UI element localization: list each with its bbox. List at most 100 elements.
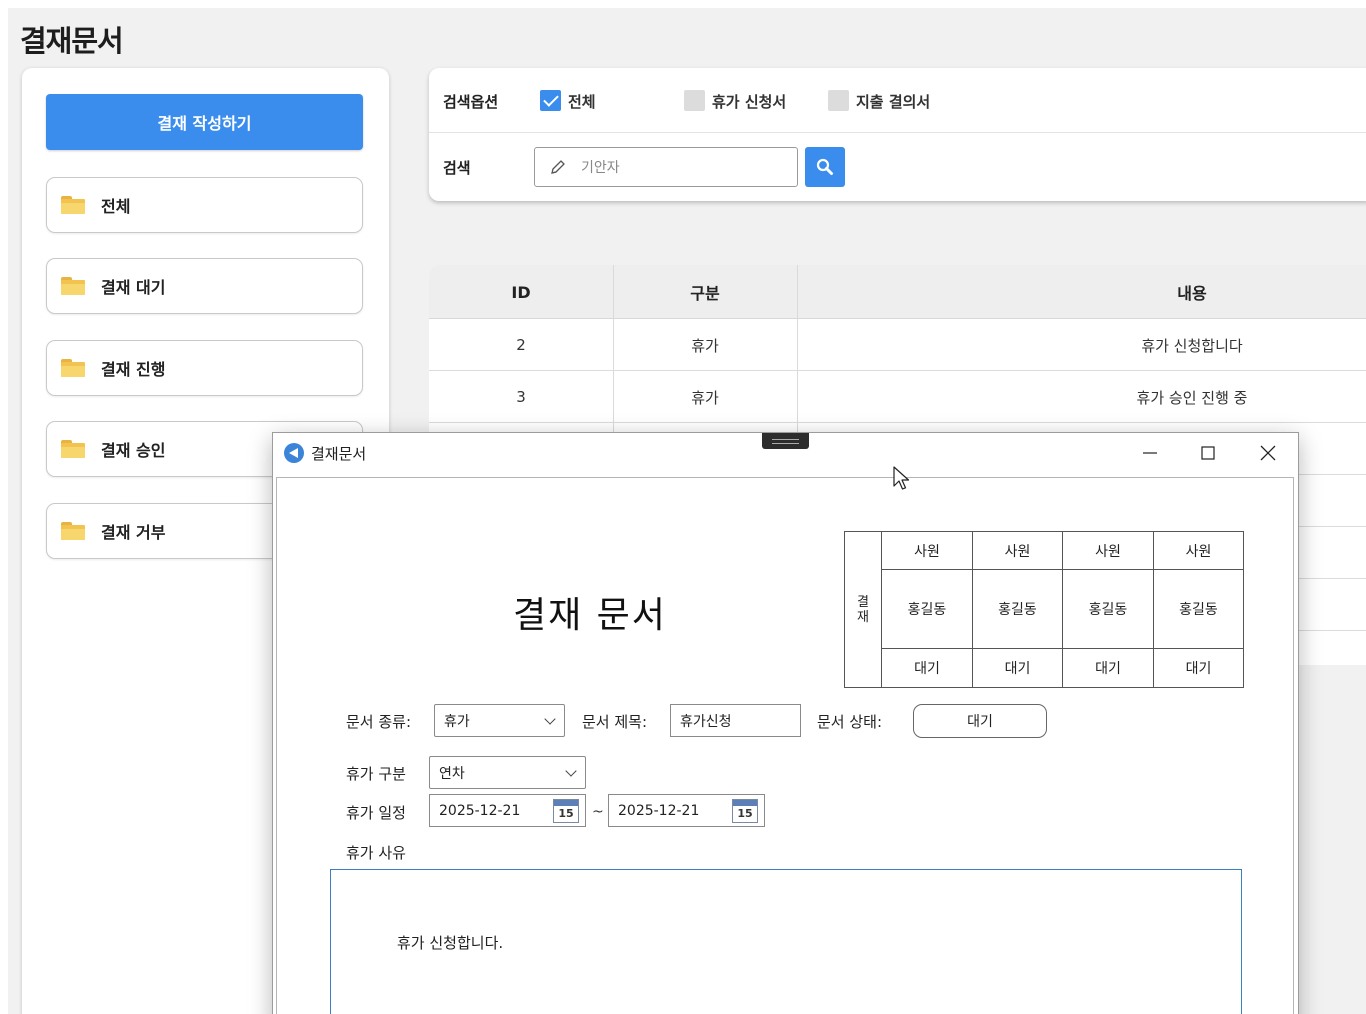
chevron-down-icon: [565, 765, 577, 777]
checkbox-all-label: 전체: [568, 93, 596, 111]
minimize-icon: [1143, 452, 1157, 454]
maximize-icon: [1201, 446, 1215, 460]
cell-type: 휴가: [691, 388, 719, 407]
drafter-search-input[interactable]: 기안자: [534, 147, 798, 187]
dialog-body: 결재 문서 결재 사원 홍길동 대기 사원 홍길동 대기 사원 홍길동 대기 사…: [276, 477, 1294, 1014]
approver-role: 사원: [973, 532, 1062, 570]
table-row[interactable]: 3 휴가 휴가 승인 진행 중: [429, 371, 1366, 423]
cell-content: 휴가 신청합니다: [1141, 336, 1243, 355]
mouse-cursor-icon: [893, 466, 910, 490]
leave-reason-text: 휴가 신청합니다.: [397, 934, 504, 952]
approver-name: 홍길동: [1063, 570, 1153, 649]
calendar-icon[interactable]: 15: [732, 799, 758, 823]
sidebar-item-label: 결재 대기: [101, 278, 166, 297]
close-button[interactable]: [1253, 439, 1283, 467]
leave-reason-textarea[interactable]: 휴가 신청합니다.: [330, 869, 1242, 1014]
doc-type-select[interactable]: 휴가: [434, 704, 565, 737]
approval-side-label: 결재: [845, 532, 882, 687]
doc-type-label: 문서 종류:: [346, 713, 412, 731]
checkbox-leave-request-label: 휴가 신청서: [712, 93, 787, 111]
date-range-separator: ~: [592, 804, 604, 820]
minimize-button[interactable]: [1135, 439, 1165, 467]
approver-column: 사원 홍길동 대기: [1063, 532, 1154, 687]
doc-title-label: 문서 제목:: [582, 713, 648, 731]
checkbox-all[interactable]: [540, 90, 561, 111]
column-header-content[interactable]: 내용: [797, 265, 1366, 319]
column-header-id[interactable]: ID: [429, 265, 613, 319]
maximize-button[interactable]: [1193, 439, 1223, 467]
folder-icon: [61, 440, 85, 458]
document-dialog-window: 결재문서 결재 문서 결재 사원 홍길동 대기 사원 홍길동 대기 사원 홍길동…: [272, 432, 1299, 1014]
approver-status: 대기: [1095, 661, 1121, 677]
approval-table: 결재 사원 홍길동 대기 사원 홍길동 대기 사원 홍길동 대기 사원 홍길동 …: [844, 531, 1244, 688]
approver-name: 홍길동: [882, 570, 972, 649]
cell-id: 2: [516, 336, 526, 354]
approver-status: 대기: [1185, 661, 1212, 677]
table-header: ID 구분 내용: [429, 265, 1366, 319]
cell-content: 휴가 승인 진행 중: [1136, 388, 1248, 407]
calendar-icon[interactable]: 15: [553, 799, 579, 823]
checkbox-expense-report[interactable]: [828, 90, 849, 111]
table-row[interactable]: 2 휴가 휴가 신청합니다: [429, 319, 1366, 371]
cell-type: 휴가: [691, 336, 719, 355]
pencil-icon: [551, 160, 565, 174]
search-label: 검색: [443, 159, 471, 177]
end-date-value: 2025-12-21: [618, 802, 700, 819]
approval-side-char: 재: [857, 609, 869, 625]
leave-type-label: 휴가 구분: [346, 765, 406, 783]
leave-reason-label: 휴가 사유: [346, 844, 406, 862]
chevron-down-icon: [544, 713, 556, 725]
doc-title-input[interactable]: 휴가신청: [670, 704, 801, 737]
doc-status-label: 문서 상태:: [817, 713, 883, 731]
folder-icon: [61, 359, 85, 377]
approver-name: 홍길동: [973, 570, 1062, 649]
sidebar-item-pending[interactable]: 결재 대기: [46, 258, 363, 314]
doc-status-field[interactable]: 대기: [913, 704, 1047, 738]
close-icon: [1260, 445, 1276, 461]
checkbox-leave-request[interactable]: [684, 90, 705, 111]
search-placeholder: 기안자: [581, 160, 620, 176]
leave-type-select[interactable]: 연차: [429, 756, 586, 789]
calendar-day: 15: [558, 807, 574, 820]
approver-status: 대기: [1004, 661, 1031, 677]
document-heading: 결재 문서: [513, 595, 667, 636]
approver-status: 대기: [914, 661, 940, 677]
sidebar-item-label: 전체: [101, 197, 131, 216]
start-date-value: 2025-12-21: [439, 802, 521, 819]
calendar-day: 15: [737, 807, 753, 820]
dialog-title: 결재문서: [311, 445, 367, 463]
end-date-picker[interactable]: 2025-12-21 15: [608, 794, 765, 827]
approver-role: 사원: [882, 532, 972, 570]
sidebar-item-label: 결재 거부: [101, 523, 166, 542]
approval-side-char: 결: [857, 594, 869, 610]
search-button[interactable]: [805, 147, 845, 187]
app-icon: [284, 443, 304, 463]
approver-name: 홍길동: [1154, 570, 1243, 649]
doc-type-value: 휴가: [444, 713, 470, 730]
search-divider: [429, 132, 1366, 133]
start-date-picker[interactable]: 2025-12-21 15: [429, 794, 586, 827]
page-title: 결재문서: [20, 24, 124, 58]
approver-role: 사원: [1063, 532, 1153, 570]
drag-handle[interactable]: [762, 433, 809, 449]
compose-approval-button[interactable]: 결재 작성하기: [46, 94, 363, 150]
search-icon: [816, 158, 833, 175]
folder-icon: [61, 196, 85, 214]
approver-column: 사원 홍길동 대기: [973, 532, 1063, 687]
sidebar-item-all[interactable]: 전체: [46, 177, 363, 233]
cell-id: 3: [516, 388, 526, 406]
sidebar-item-label: 결재 승인: [101, 441, 166, 460]
leave-period-label: 휴가 일정: [346, 804, 406, 822]
sidebar-item-in-progress[interactable]: 결재 진행: [46, 340, 363, 396]
approver-role: 사원: [1154, 532, 1243, 570]
leave-type-value: 연차: [439, 765, 465, 782]
search-options-label: 검색옵션: [443, 93, 499, 111]
sidebar-item-label: 결재 진행: [101, 360, 166, 379]
approver-column: 사원 홍길동 대기: [882, 532, 973, 687]
folder-icon: [61, 277, 85, 295]
dialog-titlebar[interactable]: 결재문서: [273, 433, 1298, 473]
approver-column: 사원 홍길동 대기: [1154, 532, 1243, 687]
folder-icon: [61, 522, 85, 540]
column-header-type[interactable]: 구분: [613, 265, 797, 319]
checkbox-expense-report-label: 지출 결의서: [856, 93, 931, 111]
